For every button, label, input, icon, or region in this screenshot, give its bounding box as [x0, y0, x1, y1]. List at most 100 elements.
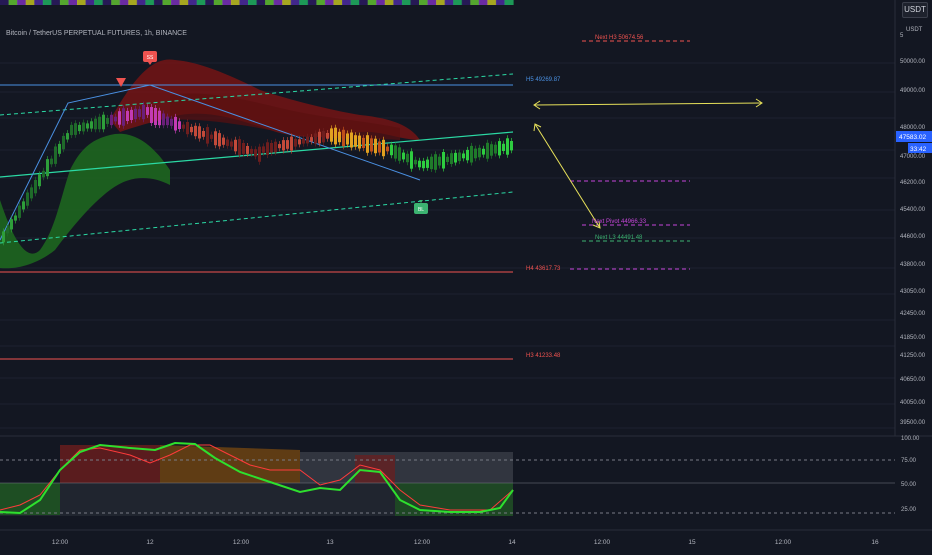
price-tick-label: 41250.00	[900, 353, 926, 359]
candle-body	[198, 126, 201, 139]
candle-body	[286, 140, 289, 149]
candle-body	[62, 135, 65, 150]
chart-canvas[interactable]: SS BL H5 49269.87 H4 43617.73 H3 41233.4…	[0, 0, 932, 550]
h3-label: H3 41233.48	[526, 353, 561, 359]
heat-strip-cell	[376, 0, 386, 5]
candle-body	[58, 143, 61, 154]
candle-body	[230, 141, 233, 147]
heat-strip-cell	[419, 0, 429, 5]
candle-body	[130, 109, 133, 120]
candle-body	[182, 124, 185, 129]
candle-body	[386, 146, 389, 152]
candle-body	[218, 133, 221, 147]
chart-area[interactable]: SS BL H5 49269.87 H4 43617.73 H3 41233.4…	[0, 0, 932, 550]
candle-body	[102, 114, 105, 130]
heat-strip-cell	[59, 0, 69, 5]
price-tick-label: 43050.00	[900, 289, 926, 295]
heat-strip-cell	[487, 0, 497, 5]
candle-body	[146, 107, 149, 115]
candle-body	[6, 227, 9, 234]
candle-body	[194, 125, 197, 137]
candle-body	[126, 110, 129, 121]
heat-strip-cell	[136, 0, 146, 5]
heat-strip-cell	[290, 0, 300, 5]
candle-body	[290, 136, 293, 151]
heat-strip-cell	[384, 0, 394, 5]
price-tick-label: 50000.00	[900, 59, 926, 65]
candle-body	[406, 153, 409, 163]
price-tick-label: 42450.00	[900, 311, 926, 317]
candle-body	[166, 116, 169, 126]
price-tick-label: 48000.00	[900, 125, 926, 131]
candle-body	[306, 136, 309, 144]
candle-body	[2, 231, 5, 243]
candle-body	[466, 149, 469, 161]
time-axis-label: 12:00	[233, 539, 250, 546]
candle-body	[270, 143, 273, 153]
candle-body	[374, 138, 377, 154]
osc-orange-band	[160, 445, 300, 483]
candle-body	[462, 153, 465, 159]
candle-body	[142, 104, 145, 120]
candle-body	[354, 135, 357, 147]
price-tick-label: 43800.00	[900, 262, 926, 268]
candle-body	[378, 141, 381, 153]
candle-body	[326, 133, 329, 139]
candle-body	[138, 109, 141, 117]
heat-strip-cell	[85, 0, 95, 5]
candle-body	[54, 146, 57, 164]
candle-body	[234, 139, 237, 152]
heat-strip-cell	[25, 0, 35, 5]
heat-strip-cell	[162, 0, 172, 5]
heat-strip-cell	[222, 0, 232, 5]
heat-strip-cell	[299, 0, 309, 5]
candle-body	[274, 141, 277, 153]
time-axis-label: 14	[508, 539, 516, 546]
candle-body	[238, 139, 241, 155]
price-tick-label: 49000.00	[900, 88, 926, 94]
candle-body	[506, 138, 509, 155]
candle-body	[298, 139, 301, 145]
candle-body	[282, 140, 285, 151]
heat-strip-cell	[94, 0, 104, 5]
candle-body	[346, 133, 349, 145]
candle-body	[402, 152, 405, 160]
currency-label: USDT	[906, 27, 923, 33]
candle-body	[494, 144, 497, 154]
candle-body	[502, 143, 505, 151]
symbol-title[interactable]: Bitcoin / TetherUS PERPETUAL FUTURES, 1h…	[6, 30, 187, 37]
candle-body	[434, 154, 437, 170]
sell-label-text: SS	[147, 55, 154, 61]
heat-strip-cell	[34, 0, 44, 5]
heat-strip-cell	[444, 0, 454, 5]
candle-body	[26, 192, 29, 206]
heat-strip-cell	[410, 0, 420, 5]
price-tick-label: 45400.00	[900, 207, 926, 213]
next-l3-label: Next L3 44491.48	[595, 235, 643, 241]
candle-body	[178, 121, 181, 129]
currency-toggle-button[interactable]: USDT	[902, 2, 928, 18]
heat-strip-cell	[282, 0, 292, 5]
candle-body	[458, 152, 461, 162]
candle-body	[46, 159, 49, 177]
heat-strip-cell	[273, 0, 283, 5]
candle-body	[258, 146, 261, 162]
candle-body	[310, 137, 313, 142]
candle-body	[262, 146, 265, 153]
heat-strip-cell	[461, 0, 471, 5]
candle-body	[38, 174, 41, 187]
candle-body	[98, 116, 101, 130]
candle-body	[426, 159, 429, 168]
heat-strip-cell	[119, 0, 129, 5]
candle-body	[86, 123, 89, 129]
candle-body	[486, 142, 489, 159]
candle-body	[154, 108, 157, 125]
heat-strip-cell	[393, 0, 403, 5]
heat-strip-cell	[470, 0, 480, 5]
heat-strip-cell	[77, 0, 87, 5]
heat-strip-cell	[265, 0, 275, 5]
candle-body	[510, 141, 513, 151]
candle-body	[106, 118, 109, 124]
heat-strip-cell	[51, 0, 61, 5]
heat-strip-cell	[205, 0, 215, 5]
